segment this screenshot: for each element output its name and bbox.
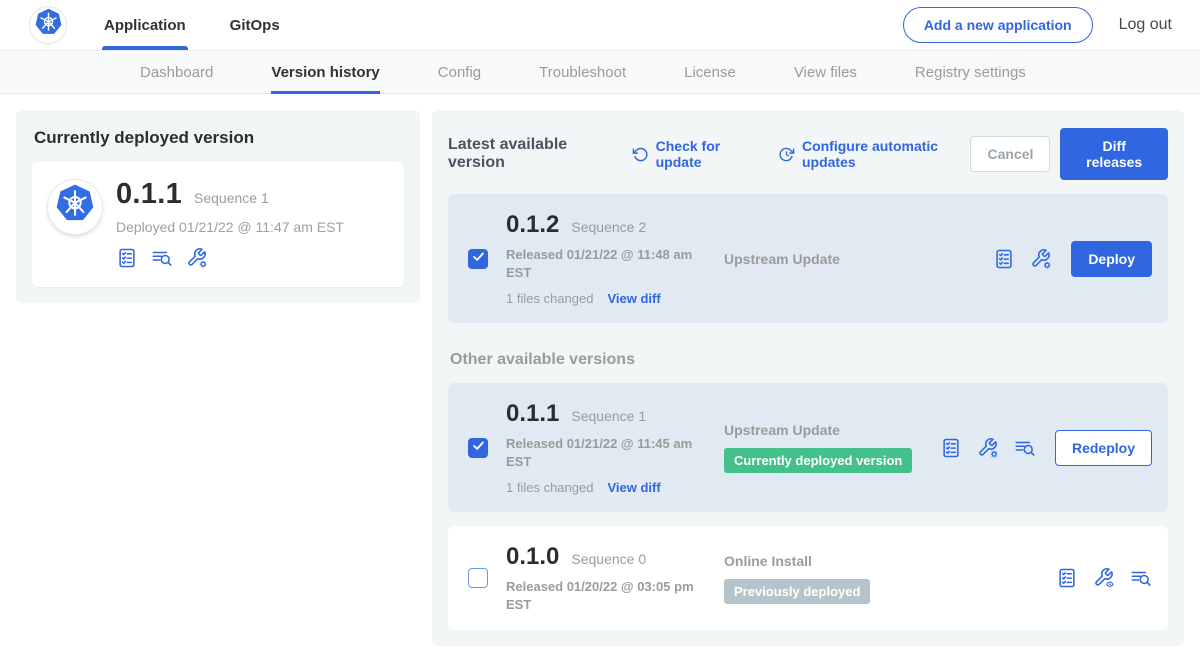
version-row-0-1-2: 0.1.2 Sequence 2 Released 01/21/22 @ 11:… [448,194,1168,323]
released-timestamp: Released 01/21/22 @ 11:48 am EST [506,246,694,281]
files-changed-label: 1 files changed [506,291,593,306]
top-nav: Application GitOps Add a new application… [0,0,1200,50]
released-timestamp: Released 01/20/22 @ 03:05 pm EST [506,578,694,613]
edit-config-icon[interactable] [977,437,999,459]
subtab-dashboard[interactable]: Dashboard [140,51,213,93]
main-content: Currently deployed version 0.1.1 Sequenc… [0,94,1200,662]
deployed-sequence-label: Sequence 1 [194,190,269,206]
deployed-timestamp: Deployed 01/21/22 @ 11:47 am EST [116,219,344,235]
version-history-panel: Latest available version Check for updat… [432,110,1184,646]
cancel-button[interactable]: Cancel [970,136,1050,172]
auto-update-icon [778,146,795,163]
files-changed-label: 1 files changed [506,480,593,495]
version-number: 0.1.0 [506,543,559,571]
logout-link[interactable]: Log out [1119,16,1172,34]
currently-deployed-badge: Currently deployed version [724,448,912,473]
version-number: 0.1.1 [506,400,559,428]
release-notes-icon[interactable] [116,247,138,269]
view-diff-link[interactable]: View diff [607,291,660,306]
checkmark-icon [471,249,486,269]
view-files-icon[interactable] [1130,567,1152,589]
tab-application[interactable]: Application [104,0,186,50]
redeploy-button[interactable]: Redeploy [1055,430,1152,466]
check-for-update-link[interactable]: Check for update [632,138,754,170]
subtab-registry-settings[interactable]: Registry settings [915,51,1026,93]
version-source-label: Upstream Update [724,422,940,438]
view-config-icon[interactable] [1093,567,1115,589]
release-notes-icon[interactable] [993,248,1015,270]
configure-automatic-updates-label: Configure automatic updates [802,138,970,170]
checkmark-icon [471,438,486,458]
check-for-update-label: Check for update [656,138,754,170]
latest-version-title: Latest available version [448,136,608,172]
currently-deployed-panel: Currently deployed version 0.1.1 Sequenc… [16,110,420,303]
subtab-view-files[interactable]: View files [794,51,857,93]
kubernetes-logo-icon [33,7,64,43]
release-notes-icon[interactable] [1056,567,1078,589]
version-source-label: Upstream Update [724,251,993,267]
view-files-icon[interactable] [1014,437,1036,459]
configure-automatic-updates-link[interactable]: Configure automatic updates [778,138,970,170]
edit-config-icon[interactable] [186,247,208,269]
refresh-icon [632,146,649,163]
deployed-version-card: 0.1.1 Sequence 1 Deployed 01/21/22 @ 11:… [32,162,404,287]
view-diff-link[interactable]: View diff [607,480,660,495]
subtab-troubleshoot[interactable]: Troubleshoot [539,51,626,93]
version-source-label: Online Install [724,553,1056,569]
version-row-0-1-1: 0.1.1 Sequence 1 Released 01/21/22 @ 11:… [448,383,1168,512]
sequence-label: Sequence 1 [571,408,646,424]
deployed-version-number: 0.1.1 [116,178,182,211]
edit-config-icon[interactable] [1030,248,1052,270]
version-row-0-1-0: 0.1.0 Sequence 0 Released 01/20/22 @ 03:… [448,526,1168,630]
version-number: 0.1.2 [506,211,559,239]
other-versions-title: Other available versions [450,351,1168,369]
top-nav-tabs: Application GitOps [104,0,280,50]
kubernetes-logo-icon [53,182,97,231]
version-checkbox[interactable] [468,249,488,269]
app-logo [30,7,66,43]
deploy-button[interactable]: Deploy [1071,241,1152,277]
tab-gitops[interactable]: GitOps [230,0,280,50]
add-application-button[interactable]: Add a new application [903,7,1093,43]
subtab-license[interactable]: License [684,51,736,93]
app-sub-nav: Dashboard Version history Config Trouble… [0,50,1200,94]
previously-deployed-badge: Previously deployed [724,579,870,604]
app-version-logo [48,180,102,234]
view-files-icon[interactable] [151,247,173,269]
release-notes-icon[interactable] [940,437,962,459]
version-checkbox[interactable] [468,438,488,458]
version-checkbox[interactable] [468,568,488,588]
subtab-config[interactable]: Config [438,51,481,93]
sequence-label: Sequence 2 [571,219,646,235]
sequence-label: Sequence 0 [571,551,646,567]
diff-releases-button[interactable]: Diff releases [1060,128,1168,180]
currently-deployed-title: Currently deployed version [34,128,404,148]
subtab-version-history[interactable]: Version history [271,51,379,93]
released-timestamp: Released 01/21/22 @ 11:45 am EST [506,435,694,470]
